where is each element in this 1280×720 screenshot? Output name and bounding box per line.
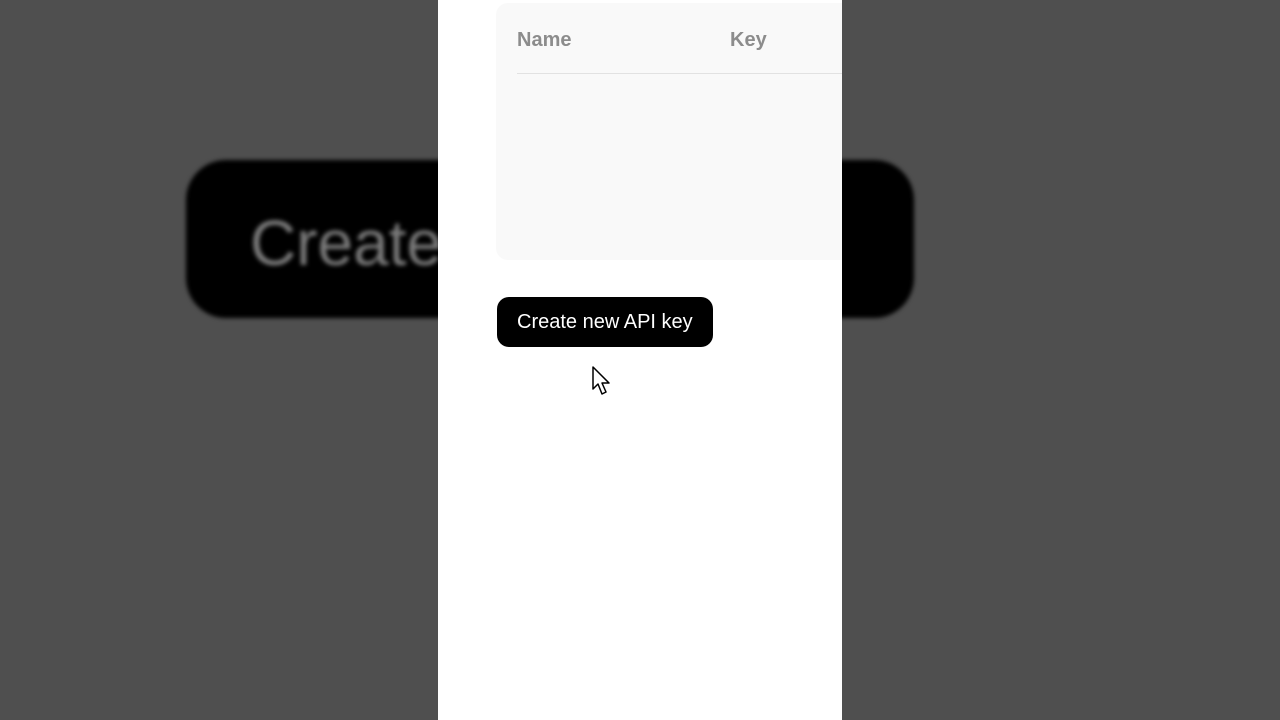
column-header-name: Name — [517, 29, 572, 51]
column-header-key: Key — [730, 29, 767, 51]
arrow-pointer-icon — [592, 366, 610, 395]
api-keys-table: Name Key — [496, 3, 842, 260]
api-keys-panel: Name Key Create new API key — [438, 0, 842, 720]
blurred-create-label: Create — [250, 207, 443, 279]
table-header-row: Name Key — [517, 3, 842, 74]
create-new-api-key-button[interactable]: Create new API key — [497, 297, 713, 347]
